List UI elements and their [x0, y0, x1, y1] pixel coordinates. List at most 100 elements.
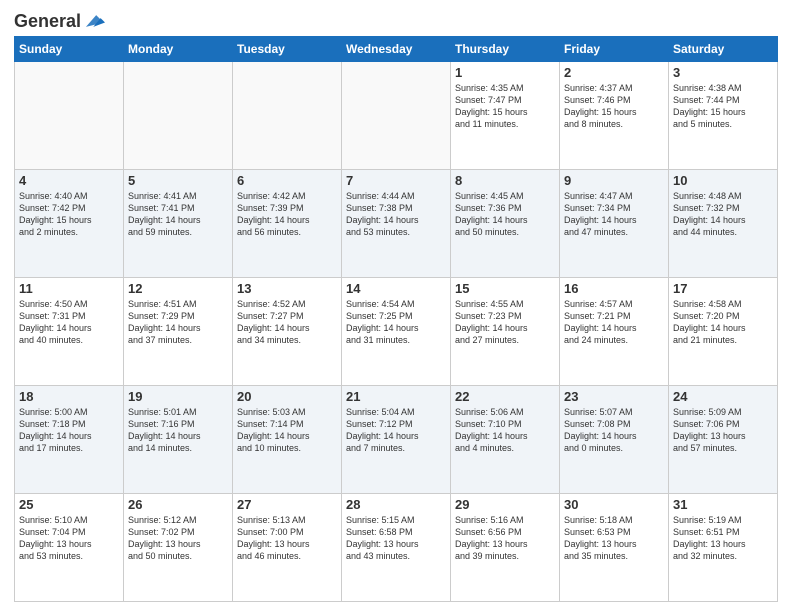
- day-info: Sunrise: 5:09 AM Sunset: 7:06 PM Dayligh…: [673, 406, 773, 455]
- weekday-wednesday: Wednesday: [342, 37, 451, 62]
- day-info: Sunrise: 4:51 AM Sunset: 7:29 PM Dayligh…: [128, 298, 228, 347]
- day-info: Sunrise: 5:07 AM Sunset: 7:08 PM Dayligh…: [564, 406, 664, 455]
- calendar-cell: 26 Sunrise: 5:12 AM Sunset: 7:02 PM Dayli…: [124, 494, 233, 602]
- day-number: 12: [128, 281, 228, 296]
- calendar-cell: 15 Sunrise: 4:55 AM Sunset: 7:23 PM Dayli…: [451, 278, 560, 386]
- calendar-cell: 25 Sunrise: 5:10 AM Sunset: 7:04 PM Dayli…: [15, 494, 124, 602]
- day-number: 8: [455, 173, 555, 188]
- calendar-cell: 7Sunrise: 4:44 AM Sunset: 7:38 PM Daylig…: [342, 170, 451, 278]
- weekday-tuesday: Tuesday: [233, 37, 342, 62]
- day-number: 14: [346, 281, 446, 296]
- weekday-saturday: Saturday: [669, 37, 778, 62]
- calendar-cell: 21Sunrise: 5:04 AM Sunset: 7:12 PM Dayli…: [342, 386, 451, 494]
- day-info: Sunrise: 4:54 AM Sunset: 7:25 PM Dayligh…: [346, 298, 446, 347]
- calendar-cell: [233, 62, 342, 170]
- day-info: Sunrise: 4:45 AM Sunset: 7:36 PM Dayligh…: [455, 190, 555, 239]
- calendar-cell: 13Sunrise: 4:52 AM Sunset: 7:27 PM Dayli…: [233, 278, 342, 386]
- day-info: Sunrise: 4:42 AM Sunset: 7:39 PM Dayligh…: [237, 190, 337, 239]
- day-number: 11: [19, 281, 119, 296]
- day-info: Sunrise: 5:16 AM Sunset: 6:56 PM Dayligh…: [455, 514, 555, 563]
- calendar-cell: 22Sunrise: 5:06 AM Sunset: 7:10 PM Dayli…: [451, 386, 560, 494]
- calendar-cell: 16 Sunrise: 4:57 AM Sunset: 7:21 PM Dayli…: [560, 278, 669, 386]
- day-number: 27: [237, 497, 337, 512]
- day-info: Sunrise: 4:35 AM Sunset: 7:47 PM Dayligh…: [455, 82, 555, 131]
- day-info: Sunrise: 5:10 AM Sunset: 7:04 PM Dayligh…: [19, 514, 119, 563]
- day-number: 15: [455, 281, 555, 296]
- day-info: Sunrise: 4:48 AM Sunset: 7:32 PM Dayligh…: [673, 190, 773, 239]
- calendar-cell: 17 Sunrise: 4:58 AM Sunset: 7:20 PM Dayli…: [669, 278, 778, 386]
- day-number: 16: [564, 281, 664, 296]
- day-info: Sunrise: 5:15 AM Sunset: 6:58 PM Dayligh…: [346, 514, 446, 563]
- day-info: Sunrise: 5:00 AM Sunset: 7:18 PM Dayligh…: [19, 406, 119, 455]
- day-info: Sunrise: 4:55 AM Sunset: 7:23 PM Dayligh…: [455, 298, 555, 347]
- day-number: 29: [455, 497, 555, 512]
- calendar-cell: 12 Sunrise: 4:51 AM Sunset: 7:29 PM Dayli…: [124, 278, 233, 386]
- calendar-cell: [342, 62, 451, 170]
- calendar-cell: 5 Sunrise: 4:41 AM Sunset: 7:41 PM Daylig…: [124, 170, 233, 278]
- calendar-week-2: 4 Sunrise: 4:40 AM Sunset: 7:42 PM Daylig…: [15, 170, 778, 278]
- calendar-cell: [15, 62, 124, 170]
- calendar-cell: 9 Sunrise: 4:47 AM Sunset: 7:34 PM Daylig…: [560, 170, 669, 278]
- day-info: Sunrise: 4:58 AM Sunset: 7:20 PM Dayligh…: [673, 298, 773, 347]
- calendar-cell: 14 Sunrise: 4:54 AM Sunset: 7:25 PM Dayli…: [342, 278, 451, 386]
- day-info: Sunrise: 4:40 AM Sunset: 7:42 PM Dayligh…: [19, 190, 119, 239]
- calendar-cell: 31 Sunrise: 5:19 AM Sunset: 6:51 PM Dayli…: [669, 494, 778, 602]
- day-number: 31: [673, 497, 773, 512]
- day-number: 26: [128, 497, 228, 512]
- day-number: 5: [128, 173, 228, 188]
- page: General SundayMondayTuesdayWednesdayThur…: [0, 0, 792, 612]
- day-info: Sunrise: 4:57 AM Sunset: 7:21 PM Dayligh…: [564, 298, 664, 347]
- day-info: Sunrise: 5:12 AM Sunset: 7:02 PM Dayligh…: [128, 514, 228, 563]
- day-info: Sunrise: 5:06 AM Sunset: 7:10 PM Dayligh…: [455, 406, 555, 455]
- day-number: 25: [19, 497, 119, 512]
- calendar-cell: 20 Sunrise: 5:03 AM Sunset: 7:14 PM Dayli…: [233, 386, 342, 494]
- calendar-cell: 1 Sunrise: 4:35 AM Sunset: 7:47 PM Daylig…: [451, 62, 560, 170]
- logo-icon: [83, 10, 105, 32]
- day-number: 20: [237, 389, 337, 404]
- calendar-cell: 24Sunrise: 5:09 AM Sunset: 7:06 PM Dayli…: [669, 386, 778, 494]
- day-info: Sunrise: 4:41 AM Sunset: 7:41 PM Dayligh…: [128, 190, 228, 239]
- calendar-cell: 23 Sunrise: 5:07 AM Sunset: 7:08 PM Dayli…: [560, 386, 669, 494]
- day-info: Sunrise: 5:04 AM Sunset: 7:12 PM Dayligh…: [346, 406, 446, 455]
- day-number: 2: [564, 65, 664, 80]
- weekday-sunday: Sunday: [15, 37, 124, 62]
- day-info: Sunrise: 5:03 AM Sunset: 7:14 PM Dayligh…: [237, 406, 337, 455]
- calendar-cell: 29 Sunrise: 5:16 AM Sunset: 6:56 PM Dayli…: [451, 494, 560, 602]
- day-info: Sunrise: 4:38 AM Sunset: 7:44 PM Dayligh…: [673, 82, 773, 131]
- calendar-cell: 27 Sunrise: 5:13 AM Sunset: 7:00 PM Dayli…: [233, 494, 342, 602]
- calendar-cell: 11Sunrise: 4:50 AM Sunset: 7:31 PM Dayli…: [15, 278, 124, 386]
- weekday-header-row: SundayMondayTuesdayWednesdayThursdayFrid…: [15, 37, 778, 62]
- day-number: 6: [237, 173, 337, 188]
- day-info: Sunrise: 5:19 AM Sunset: 6:51 PM Dayligh…: [673, 514, 773, 563]
- calendar-cell: 18 Sunrise: 5:00 AM Sunset: 7:18 PM Dayli…: [15, 386, 124, 494]
- calendar-cell: 4 Sunrise: 4:40 AM Sunset: 7:42 PM Daylig…: [15, 170, 124, 278]
- calendar-table: SundayMondayTuesdayWednesdayThursdayFrid…: [14, 36, 778, 602]
- day-number: 30: [564, 497, 664, 512]
- weekday-friday: Friday: [560, 37, 669, 62]
- day-number: 23: [564, 389, 664, 404]
- calendar-cell: 19 Sunrise: 5:01 AM Sunset: 7:16 PM Dayli…: [124, 386, 233, 494]
- day-number: 4: [19, 173, 119, 188]
- calendar-cell: 8 Sunrise: 4:45 AM Sunset: 7:36 PM Daylig…: [451, 170, 560, 278]
- day-number: 19: [128, 389, 228, 404]
- day-info: Sunrise: 5:13 AM Sunset: 7:00 PM Dayligh…: [237, 514, 337, 563]
- day-number: 17: [673, 281, 773, 296]
- calendar-cell: [124, 62, 233, 170]
- calendar-cell: 2Sunrise: 4:37 AM Sunset: 7:46 PM Daylig…: [560, 62, 669, 170]
- calendar-cell: 10Sunrise: 4:48 AM Sunset: 7:32 PM Dayli…: [669, 170, 778, 278]
- calendar-week-1: 1 Sunrise: 4:35 AM Sunset: 7:47 PM Daylig…: [15, 62, 778, 170]
- calendar-week-5: 25 Sunrise: 5:10 AM Sunset: 7:04 PM Dayli…: [15, 494, 778, 602]
- calendar-week-4: 18 Sunrise: 5:00 AM Sunset: 7:18 PM Dayli…: [15, 386, 778, 494]
- day-info: Sunrise: 5:01 AM Sunset: 7:16 PM Dayligh…: [128, 406, 228, 455]
- day-number: 13: [237, 281, 337, 296]
- calendar-cell: 30Sunrise: 5:18 AM Sunset: 6:53 PM Dayli…: [560, 494, 669, 602]
- day-number: 1: [455, 65, 555, 80]
- weekday-thursday: Thursday: [451, 37, 560, 62]
- day-info: Sunrise: 4:47 AM Sunset: 7:34 PM Dayligh…: [564, 190, 664, 239]
- day-number: 28: [346, 497, 446, 512]
- day-number: 18: [19, 389, 119, 404]
- header: General: [14, 10, 778, 28]
- day-number: 9: [564, 173, 664, 188]
- weekday-monday: Monday: [124, 37, 233, 62]
- calendar-week-3: 11Sunrise: 4:50 AM Sunset: 7:31 PM Dayli…: [15, 278, 778, 386]
